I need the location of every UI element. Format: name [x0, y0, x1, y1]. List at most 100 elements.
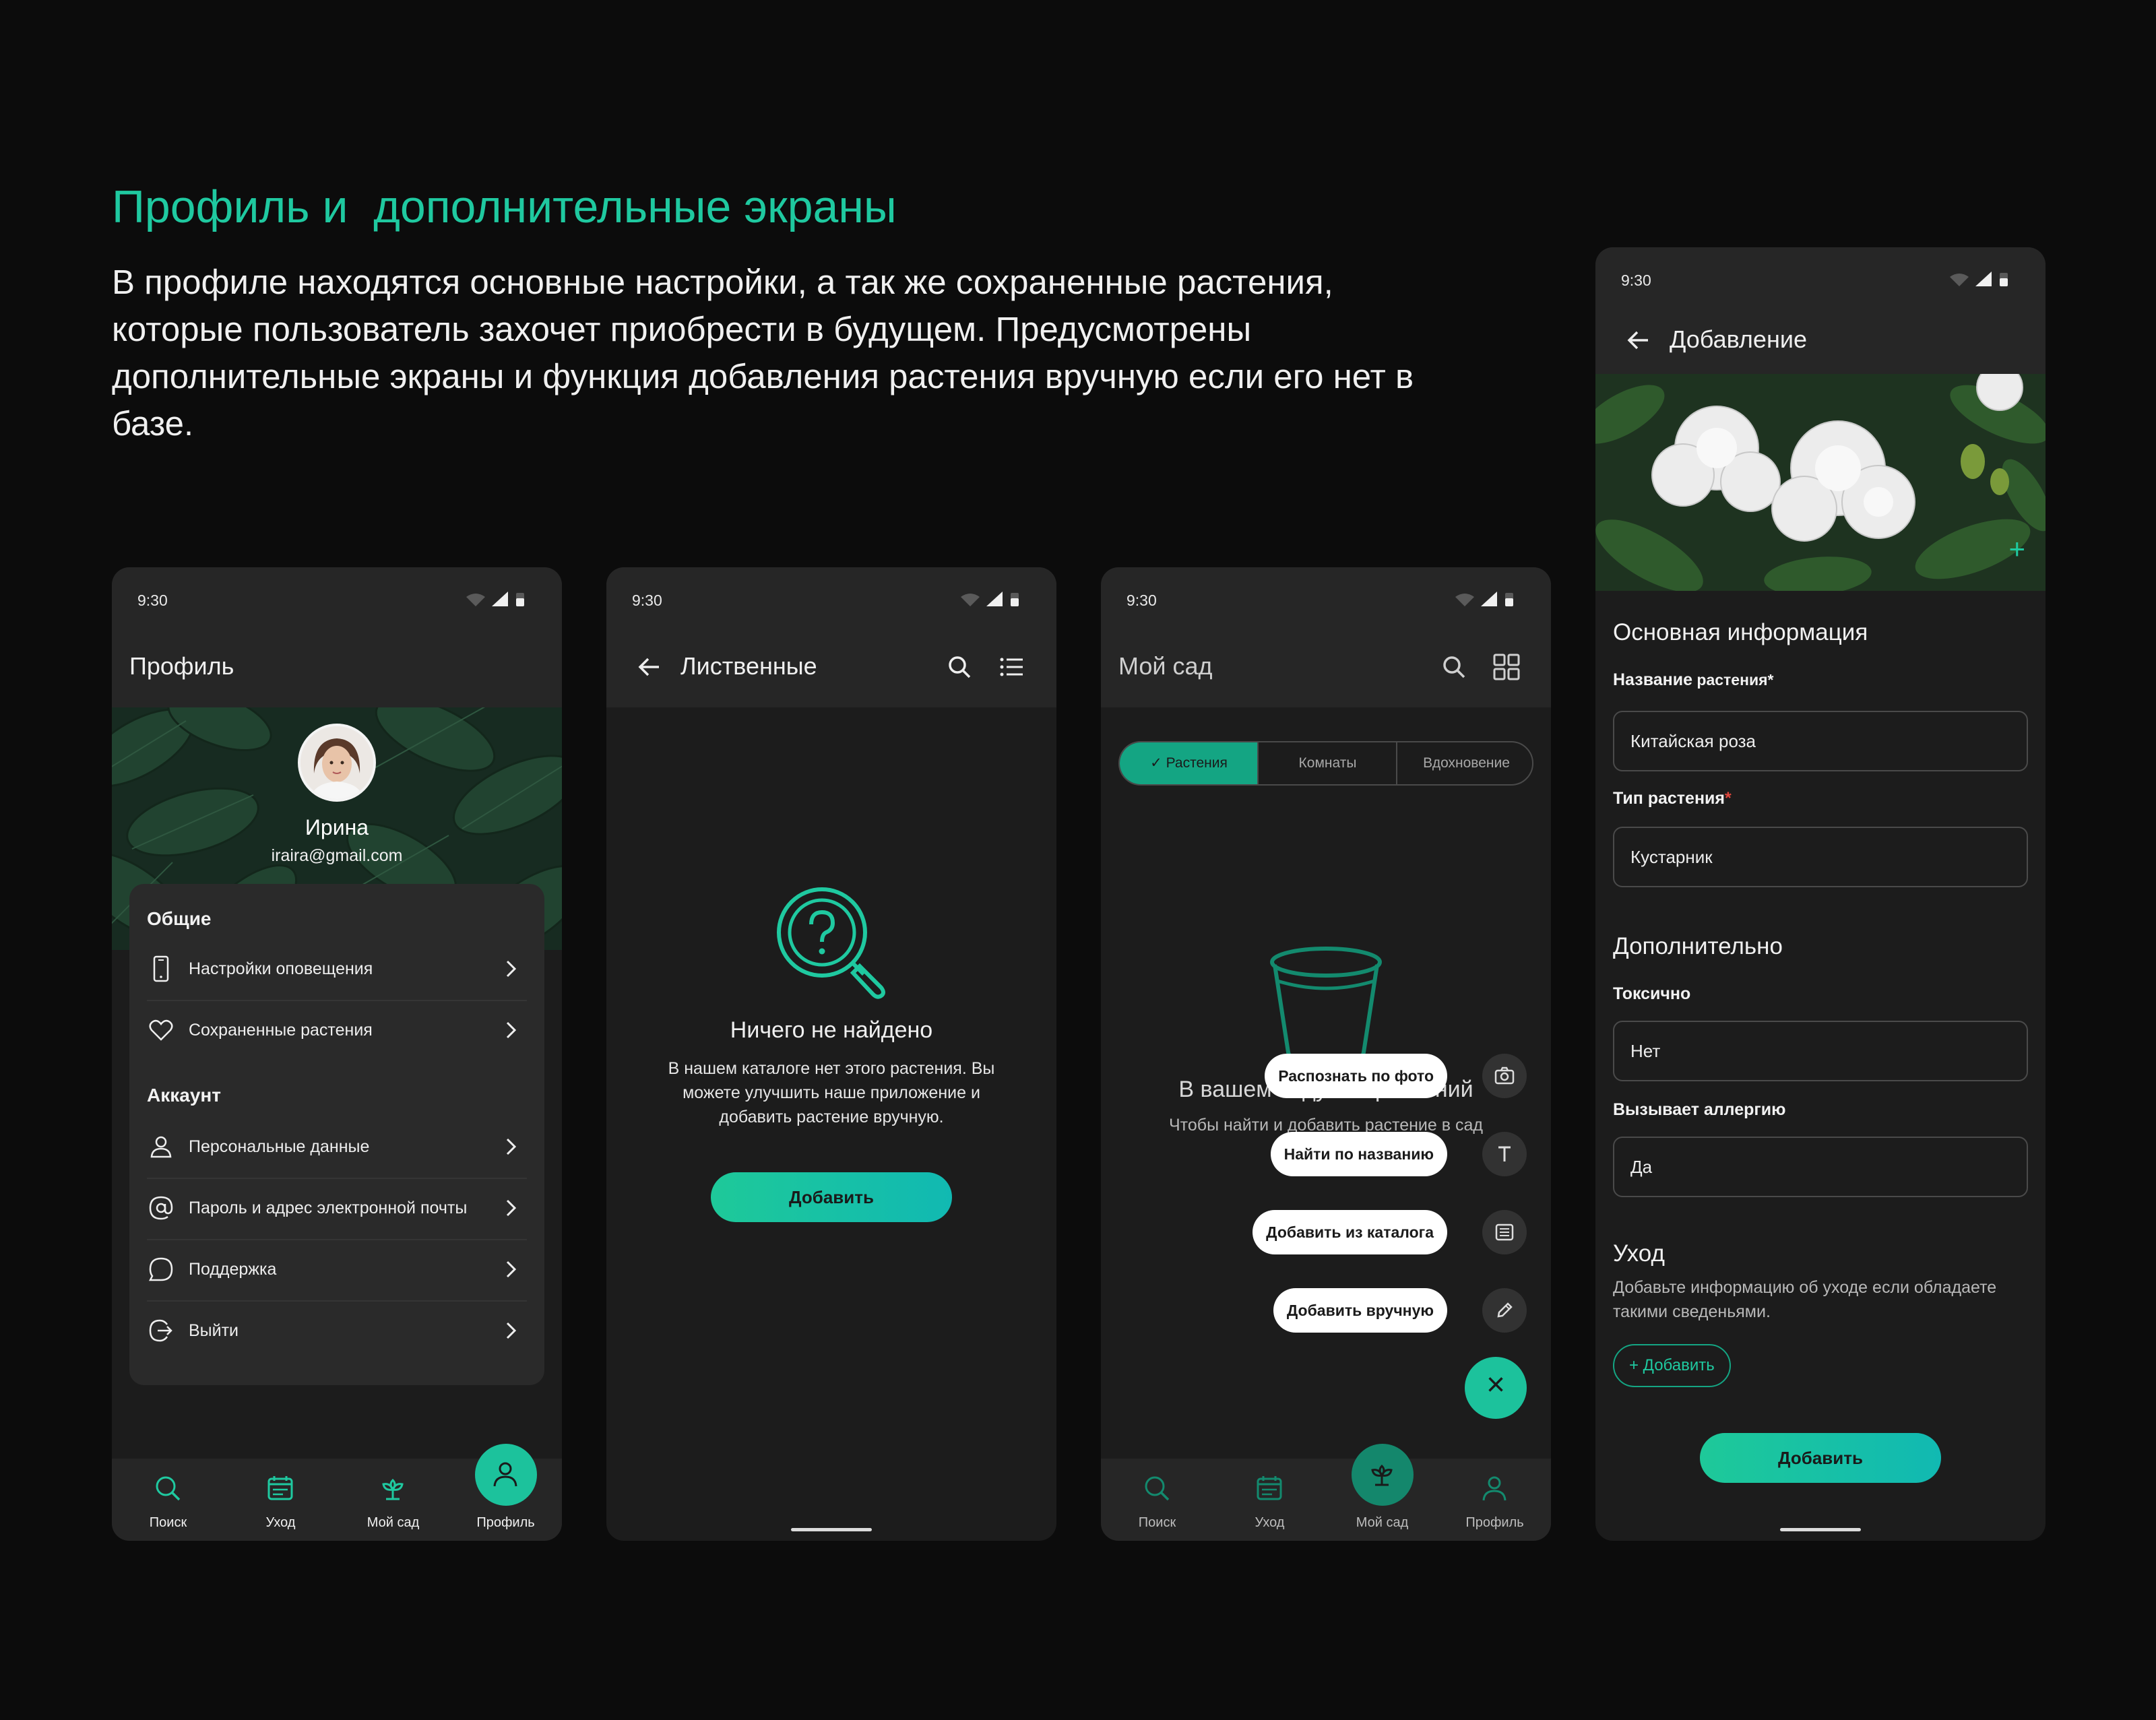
calendar-icon [267, 1476, 293, 1500]
home-indicator [791, 1528, 872, 1531]
nav-profile-active[interactable]: Профиль [449, 1444, 562, 1541]
heart-icon [149, 1019, 173, 1041]
setting-label: Пароль и адрес электронной почты [189, 1199, 468, 1217]
app-bar: Лиственные [606, 625, 1056, 707]
chevron-right-icon [506, 1021, 517, 1039]
pot-icon [1270, 947, 1382, 1061]
field-label-type: Тип растения* [1613, 789, 1732, 808]
plant-icon [382, 1478, 404, 1500]
plant-photo[interactable]: + [1595, 374, 2046, 591]
nav-garden-active[interactable]: Мой сад [1326, 1444, 1438, 1541]
fab-chip-label[interactable]: Найти по названию [1270, 1132, 1447, 1176]
search-icon [156, 1476, 181, 1501]
status-bar: 9:30 [606, 567, 1056, 625]
app-bar: Добавление [1595, 305, 2046, 374]
setting-saved-plants[interactable]: Сохраненные растения [147, 1000, 527, 1061]
nav-care[interactable]: Уход [224, 1459, 337, 1541]
nav-care[interactable]: Уход [1213, 1459, 1326, 1541]
close-icon: × [1486, 1367, 1506, 1403]
add-button[interactable]: Добавить [711, 1172, 952, 1222]
setting-label: Выйти [189, 1321, 239, 1340]
setting-label: Поддержка [189, 1260, 277, 1279]
setting-personal-data[interactable]: Персональные данные [147, 1117, 527, 1178]
at-icon [149, 1196, 173, 1220]
avatar[interactable] [298, 724, 376, 802]
user-icon [1482, 1476, 1507, 1501]
plant-name-field[interactable]: Китайская роза [1613, 711, 2028, 771]
setting-logout[interactable]: Выйти [147, 1301, 527, 1362]
chevron-right-icon [506, 1322, 517, 1339]
care-description: Добавьте информацию об уходе если облада… [1613, 1278, 1997, 1321]
section-heading-care: Уход [1613, 1240, 1665, 1267]
list-icon[interactable] [996, 651, 1028, 683]
status-icons [1950, 272, 2008, 286]
bottom-nav: Поиск Уход Мой сад Профиль [112, 1444, 562, 1541]
nav-profile[interactable]: Профиль [1438, 1459, 1551, 1541]
section-heading-extra: Дополнительно [1613, 933, 1783, 959]
grid-icon[interactable] [1490, 651, 1523, 683]
fab-action-manual[interactable]: Добавить вручную [1257, 1288, 1527, 1333]
fab-chip-label[interactable]: Распознать по фото [1265, 1054, 1447, 1098]
fab-mini-button[interactable] [1482, 1288, 1527, 1333]
add-photo-icon[interactable]: + [2008, 533, 2025, 565]
page-title: Мой сад [1118, 652, 1213, 680]
phone-icon [153, 955, 169, 982]
fab-action-photo[interactable]: Распознать по фото [1257, 1054, 1527, 1098]
search-icon[interactable] [943, 651, 976, 683]
fab-close-button[interactable]: × [1465, 1357, 1527, 1419]
user-icon [150, 1136, 172, 1158]
arrow-back-icon[interactable] [633, 651, 666, 683]
fab-action-name[interactable]: Найти по названию [1257, 1132, 1527, 1176]
allergy-field[interactable]: Да [1613, 1137, 2028, 1197]
setting-password-email[interactable]: Пароль и адрес электронной почты [147, 1178, 527, 1239]
plant-type-field[interactable]: Кустарник [1613, 827, 2028, 887]
logout-icon [149, 1319, 172, 1342]
fab-action-catalog[interactable]: Добавить из каталога [1253, 1210, 1527, 1254]
arrow-back-icon[interactable] [1622, 324, 1655, 356]
search-icon[interactable] [1438, 651, 1470, 683]
field-label-toxic: Токсично [1613, 984, 1691, 1003]
fab-mini-button[interactable] [1482, 1210, 1527, 1254]
user-icon [493, 1462, 517, 1487]
fab-chip-label[interactable]: Добавить из каталога [1253, 1210, 1447, 1254]
toxic-value: Нет [1630, 1041, 1661, 1061]
care-add-button[interactable]: + Добавить [1613, 1344, 1731, 1387]
nav-search[interactable]: Поиск [112, 1459, 224, 1541]
setting-notifications[interactable]: Настройки оповещения [147, 939, 527, 1000]
fab-mini-button[interactable] [1482, 1132, 1527, 1176]
home-indicator [1780, 1528, 1861, 1531]
tab-inspiration[interactable]: Вдохновение [1397, 742, 1532, 784]
status-icons [1455, 592, 1513, 606]
plant-image [1595, 374, 2046, 591]
empty-title: Ничего не найдено [730, 1017, 933, 1043]
status-time: 9:30 [632, 592, 662, 609]
nav-search[interactable]: Поиск [1101, 1459, 1213, 1541]
app-bar: Профиль [112, 625, 562, 707]
field-label-name-bold: Название [1613, 670, 1693, 689]
submit-add-button[interactable]: Добавить [1700, 1433, 1941, 1483]
nav-label: Поиск [1138, 1515, 1176, 1530]
tab-rooms[interactable]: Комнаты [1259, 742, 1397, 784]
setting-support[interactable]: Поддержка [147, 1240, 527, 1300]
nav-label: Мой сад [367, 1515, 420, 1530]
nav-label: Поиск [149, 1515, 187, 1530]
question-search-icon [777, 887, 885, 999]
calendar-icon [1257, 1476, 1282, 1500]
phone-my-garden: 9:30 Мой сад ✓ Растения Комнаты Вдохнове… [1101, 567, 1551, 1541]
plant-type-value: Кустарник [1630, 847, 1713, 867]
fab-chip-label[interactable]: Добавить вручную [1273, 1288, 1447, 1333]
status-bar: 9:30 [1101, 567, 1551, 625]
section-heading-basic: Основная информация [1613, 619, 1868, 645]
nav-label: Мой сад [1356, 1515, 1409, 1530]
toxic-field[interactable]: Нет [1613, 1021, 2028, 1081]
phone-empty-search: 9:30 Лиственные Ничего не найдено В наше… [606, 567, 1056, 1541]
status-icons [466, 592, 524, 606]
app-bar: Мой сад [1101, 625, 1551, 707]
nav-label: Профиль [1465, 1515, 1524, 1530]
camera-icon [1494, 1066, 1515, 1085]
setting-label: Настройки оповещения [189, 959, 373, 978]
tab-plants[interactable]: ✓ Растения [1120, 742, 1258, 784]
fab-mini-button[interactable] [1482, 1054, 1527, 1098]
avatar-image [300, 726, 373, 799]
nav-garden[interactable]: Мой сад [337, 1459, 449, 1541]
